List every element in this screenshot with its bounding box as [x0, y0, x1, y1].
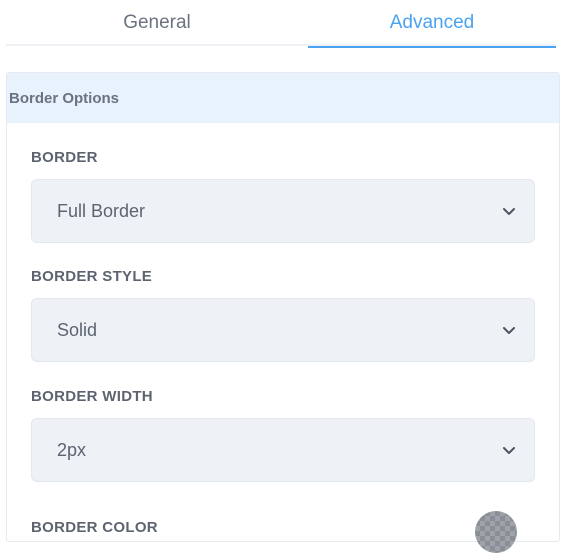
- border-width-select[interactable]: 2px: [31, 418, 535, 482]
- chevron-down-icon: [503, 447, 515, 454]
- chevron-down-icon: [503, 208, 515, 215]
- section-header[interactable]: Border Options: [7, 73, 559, 123]
- border-color-swatch[interactable]: [475, 511, 517, 553]
- tab-advanced[interactable]: Advanced: [308, 0, 556, 48]
- border-style-select[interactable]: Solid: [31, 298, 535, 362]
- border-style-select-value: Solid: [57, 319, 98, 340]
- border-style-label: BORDER STYLE: [31, 268, 153, 285]
- border-select[interactable]: Full Border: [31, 179, 535, 243]
- border-width-select-value: 2px: [57, 439, 87, 460]
- tab-bar: General Advanced: [6, 0, 556, 48]
- border-width-label: BORDER WIDTH: [31, 388, 153, 405]
- border-options-panel: Border Options BORDER Full Border BORDER…: [6, 72, 560, 553]
- tab-general[interactable]: General: [6, 0, 308, 46]
- chevron-down-icon: [503, 327, 515, 334]
- border-select-value: Full Border: [57, 200, 146, 221]
- section-title: Border Options: [9, 89, 120, 107]
- border-color-label: BORDER COLOR: [31, 519, 158, 536]
- border-label: BORDER: [31, 149, 98, 166]
